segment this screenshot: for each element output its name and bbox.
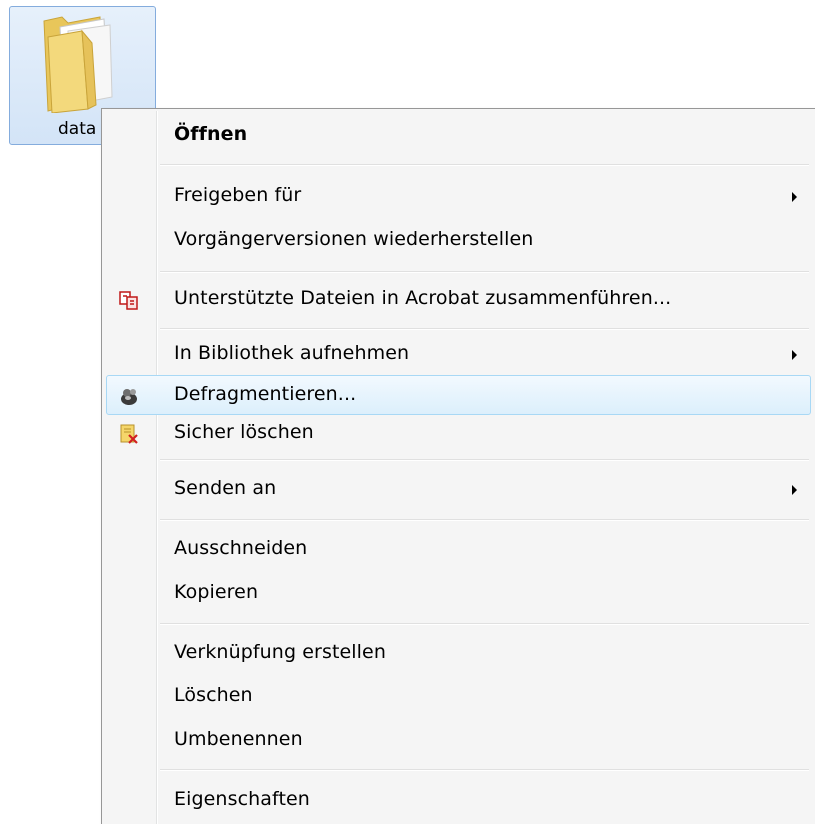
submenu-arrow-icon (792, 192, 797, 202)
menu-item-secure-delete[interactable]: Sicher löschen (106, 413, 811, 453)
menu-item-delete[interactable]: Löschen (106, 676, 811, 716)
menu-item-defragment[interactable]: Defragmentieren... (106, 375, 811, 415)
menu-item-send-to[interactable]: Senden an (106, 469, 811, 509)
menu-item-label: Defragmentieren... (174, 383, 357, 405)
menu-item-add-to-library[interactable]: In Bibliothek aufnehmen (106, 334, 811, 374)
menu-item-properties[interactable]: Eigenschaften (106, 780, 811, 820)
defragment-icon (121, 389, 137, 405)
context-menu: Öffnen Freigeben für Vorgängerversionen … (101, 108, 815, 824)
menu-item-label: Öffnen (174, 123, 248, 145)
desktop: data Öffnen Freigeben für Vorgängerversi… (0, 0, 815, 824)
menu-separator (160, 623, 809, 625)
submenu-arrow-icon (792, 350, 797, 360)
menu-item-label: Freigeben für (174, 184, 302, 206)
menu-item-cut[interactable]: Ausschneiden (106, 529, 811, 569)
menu-item-label: Sicher löschen (174, 421, 314, 443)
acrobat-combine-icon (119, 291, 138, 310)
menu-item-create-shortcut[interactable]: Verknüpfung erstellen (106, 633, 811, 673)
menu-item-label: Kopieren (174, 581, 259, 603)
menu-item-acrobat-combine[interactable]: Unterstützte Dateien in Acrobat zusammen… (106, 279, 811, 319)
menu-separator (160, 328, 809, 330)
menu-item-open[interactable]: Öffnen (106, 115, 811, 155)
folder-icon (43, 16, 113, 113)
menu-item-share-with[interactable]: Freigeben für (106, 176, 811, 216)
menu-item-label: In Bibliothek aufnehmen (174, 342, 410, 364)
menu-separator (160, 164, 809, 166)
menu-item-label: Senden an (174, 477, 277, 499)
menu-separator (160, 769, 809, 771)
menu-item-label: Eigenschaften (174, 788, 310, 810)
menu-item-rename[interactable]: Umbenennen (106, 720, 811, 760)
menu-item-label: Ausschneiden (174, 537, 308, 559)
menu-item-label: Unterstützte Dateien in Acrobat zusammen… (174, 287, 672, 309)
menu-item-restore-previous-versions[interactable]: Vorgängerversionen wiederherstellen (106, 220, 811, 260)
menu-item-copy[interactable]: Kopieren (106, 573, 811, 613)
menu-item-label: Löschen (174, 684, 253, 706)
menu-item-label: Umbenennen (174, 728, 303, 750)
submenu-arrow-icon (792, 485, 797, 495)
menu-item-label: Vorgängerversionen wiederherstellen (174, 228, 534, 250)
menu-separator (160, 459, 809, 461)
menu-separator (160, 271, 809, 273)
menu-separator (160, 519, 809, 521)
secure-delete-icon (120, 424, 138, 444)
menu-gutter (156, 111, 158, 824)
menu-item-label: Verknüpfung erstellen (174, 641, 386, 663)
folder-label: data (58, 119, 97, 139)
